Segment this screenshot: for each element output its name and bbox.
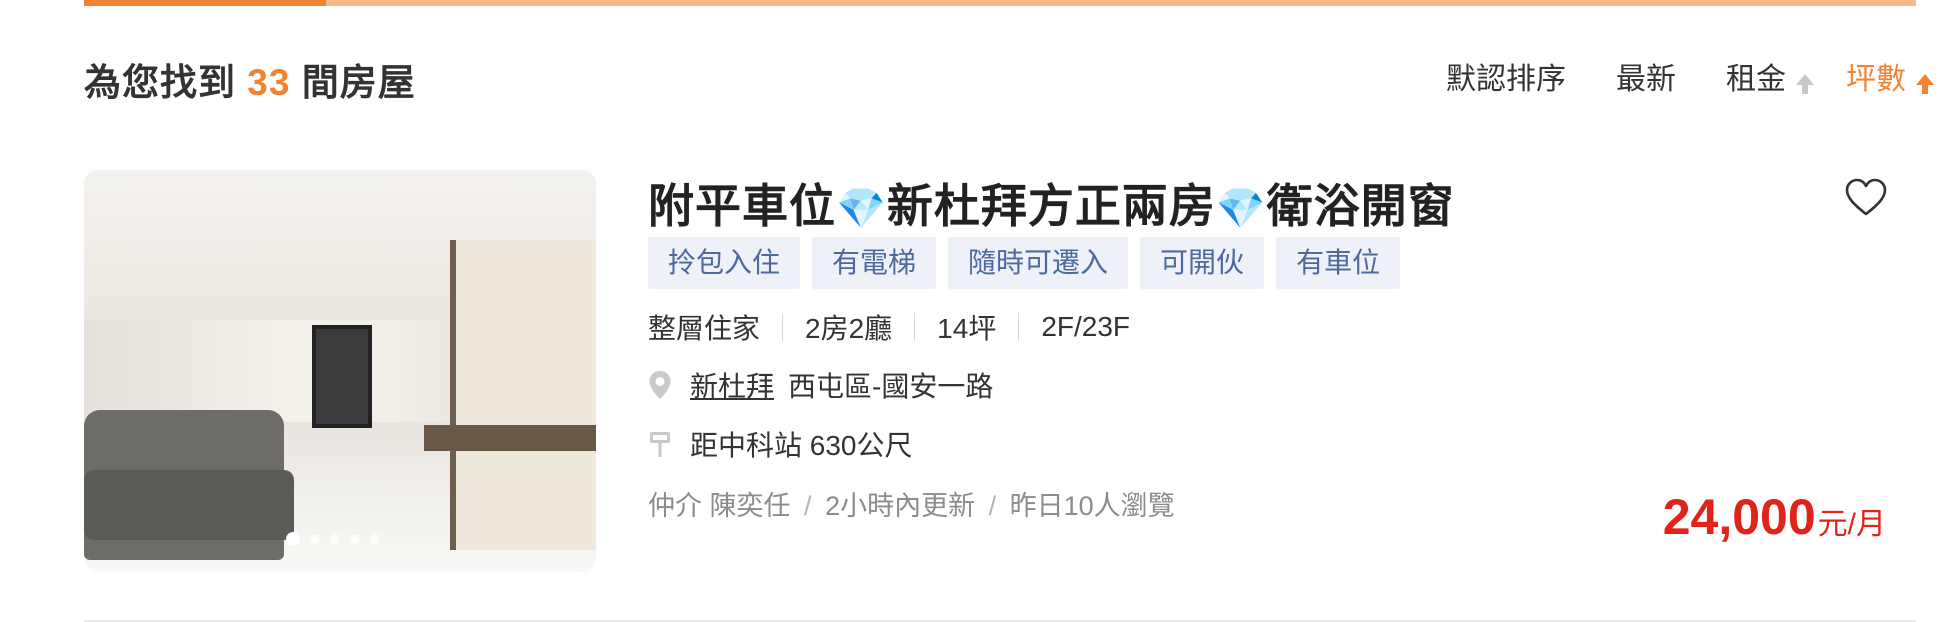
property-type: 整層住家	[648, 313, 761, 344]
divider	[782, 313, 784, 341]
carousel-dot[interactable]	[350, 534, 360, 544]
result-prefix: 為您找到	[84, 62, 236, 103]
update-time: 2小時內更新	[825, 491, 976, 521]
feature-tag: 隨時可遷入	[948, 237, 1129, 289]
title-part: 新杜拜方正兩房	[886, 180, 1216, 232]
price-unit: 元/月	[1817, 508, 1886, 541]
feature-tag: 有車位	[1276, 237, 1401, 289]
listing-price: 24,000 元/月	[1663, 488, 1886, 546]
listing-attributes: 整層住家 2房2廳 14坪 2F/23F	[648, 307, 1130, 347]
listing-photo[interactable]	[84, 170, 596, 572]
active-tab-indicator	[84, 0, 326, 6]
meta-separator: /	[988, 491, 997, 521]
title-part: 衛浴開窗	[1266, 180, 1455, 232]
divider	[914, 313, 916, 341]
agent-name: 陳奕任	[709, 491, 791, 521]
room-layout: 2房2廳	[805, 313, 893, 344]
transit-distance: 距中科站 630公尺	[690, 430, 913, 461]
sort-default[interactable]: 默認排序	[1446, 54, 1566, 98]
community-link[interactable]: 新杜拜	[690, 365, 774, 405]
listing-location: 新杜拜 西屯區-國安一路	[648, 365, 993, 405]
title-part: 附平車位	[648, 180, 836, 232]
divider	[1018, 313, 1020, 341]
listing-title[interactable]: 附平車位💎新杜拜方正兩房💎衛浴開窗	[648, 170, 1455, 236]
result-count-heading: 為您找到 33 間房屋	[84, 52, 416, 106]
sort-default-label: 默認排序	[1446, 63, 1566, 96]
carousel-dot[interactable]	[286, 532, 300, 546]
feature-tag: 拎包入住	[648, 237, 801, 289]
floor-area: 14坪	[937, 313, 997, 344]
sort-newest-label: 最新	[1616, 63, 1676, 96]
result-count: 33	[247, 62, 291, 103]
sort-area-label: 坪數	[1846, 63, 1906, 96]
carousel-dot[interactable]	[370, 534, 380, 544]
carousel-dot[interactable]	[310, 534, 320, 544]
carousel-dot[interactable]	[330, 534, 340, 544]
sort-rent-label: 租金	[1726, 63, 1786, 96]
sort-newest[interactable]: 最新	[1616, 54, 1676, 98]
agent-role: 仲介	[648, 491, 702, 521]
feature-tag: 有電梯	[812, 237, 937, 289]
meta-separator: /	[804, 491, 812, 521]
heart-icon[interactable]	[1845, 178, 1887, 218]
result-suffix: 間房屋	[301, 62, 416, 103]
feature-tags: 拎包入住 有電梯 隨時可遷入 可開伙 有車位	[648, 237, 1412, 289]
location-pin-icon	[649, 371, 671, 399]
address: 西屯區-國安一路	[788, 371, 994, 402]
feature-tag: 可開伙	[1140, 237, 1265, 289]
diamond-emoji: 💎	[836, 187, 887, 231]
view-count: 昨日10人瀏覽	[1009, 491, 1175, 521]
diamond-emoji: 💎	[1215, 187, 1267, 231]
filter-tab-bar	[84, 0, 1916, 6]
floor-level: 2F/23F	[1041, 311, 1131, 342]
listing-transit: 距中科站 630公尺	[648, 424, 913, 464]
sort-area[interactable]: 坪數	[1846, 54, 1934, 98]
sort-options: 默認排序 最新 租金 坪數	[1396, 54, 1934, 98]
price-value: 24,000	[1662, 489, 1816, 545]
sort-rent[interactable]: 租金	[1726, 54, 1814, 98]
carousel-dots	[286, 532, 390, 546]
listing-meta: 仲介 陳奕任 / 2小時內更新 / 昨日10人瀏覽	[648, 484, 1175, 523]
bus-stop-icon	[650, 432, 670, 457]
